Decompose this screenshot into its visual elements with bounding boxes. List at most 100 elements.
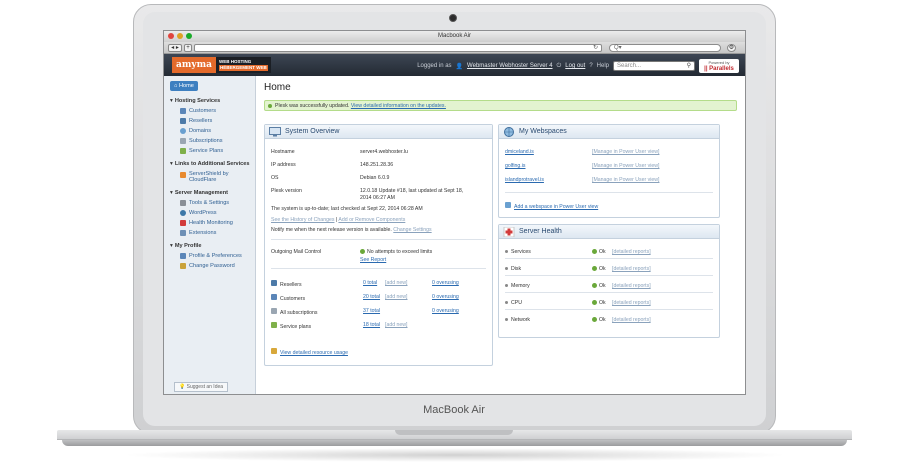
history-link[interactable]: See the History of Changes: [271, 217, 334, 223]
add-new-link[interactable]: [add new]: [385, 280, 408, 286]
suggest-idea-button[interactable]: 💡 Suggest an Idea: [174, 382, 229, 392]
sidebar-section-hosting[interactable]: ▾ Hosting Services: [170, 98, 255, 104]
user-name-link[interactable]: Webmaster Webhoster Server 4: [467, 63, 552, 69]
divider: [505, 275, 713, 276]
health-cross-icon: [503, 227, 515, 237]
minimize-window-icon[interactable]: [177, 33, 183, 39]
notify-text: Notify me when the next release version …: [271, 227, 392, 233]
logout-link[interactable]: Log out: [565, 63, 585, 69]
sidebar-item-extensions[interactable]: Extensions: [170, 230, 255, 236]
health-status-text: Ok: [599, 317, 606, 323]
sidebar-item-domains[interactable]: Domains: [170, 128, 255, 134]
new-tab-button[interactable]: +: [184, 44, 192, 52]
help-link[interactable]: Help: [597, 63, 609, 69]
stat-total-link[interactable]: 20 total: [363, 294, 380, 300]
sidebar-item-servershield[interactable]: ServerShield by CloudFlare: [170, 171, 248, 183]
subscriptions-icon: [180, 138, 186, 144]
search-icon[interactable]: ⚲: [687, 62, 691, 71]
bullet-icon: [505, 318, 508, 322]
collapse-icon: ▾: [170, 243, 173, 249]
overusing-link[interactable]: 0 overusing: [432, 280, 459, 286]
success-message: Plesk was successfully updated. View det…: [264, 100, 737, 111]
change-settings-link[interactable]: Change Settings: [393, 227, 431, 233]
manage-power-user-link[interactable]: [Manage in Power User view]: [592, 149, 659, 155]
sidebar-item-label: Tools & Settings: [189, 200, 230, 206]
sidebar-section-links[interactable]: ▾ Links to Additional Services: [170, 161, 255, 167]
health-item-services: Services: [505, 249, 531, 255]
webspace-domain-link[interactable]: islandprotravel.is: [505, 177, 544, 183]
macbook-mockup: MacBook Air Macbook Air ◂ ▸ + ↻ Q▾ ⚙ amy…: [0, 0, 909, 472]
system-overview-panel: System Overview Hostname server4.webhost…: [264, 124, 493, 366]
stat-row-service-plans: Service plans: [271, 322, 311, 330]
close-window-icon[interactable]: [168, 33, 174, 39]
webspace-domain-link[interactable]: dmiceland.is: [505, 149, 534, 155]
detailed-reports-link[interactable]: [detailed reports]: [612, 317, 651, 323]
resellers-icon: [271, 280, 277, 286]
sidebar-item-customers[interactable]: Customers: [170, 108, 255, 114]
sidebar-home-button[interactable]: ⌂ Home: [170, 81, 198, 91]
sidebar-item-tools-settings[interactable]: Tools & Settings: [170, 200, 255, 206]
health-status-text: Ok: [599, 266, 606, 272]
globe-icon: [180, 128, 186, 134]
manage-power-user-link[interactable]: [Manage in Power User view]: [592, 163, 659, 169]
see-report-link[interactable]: See Report: [360, 257, 386, 263]
header-search-placeholder: Search...: [617, 63, 642, 69]
detailed-reports-link[interactable]: [detailed reports]: [612, 283, 651, 289]
back-forward-button[interactable]: ◂ ▸: [168, 44, 182, 52]
add-new-link[interactable]: [add new]: [385, 322, 408, 328]
window-title: Macbook Air: [437, 33, 471, 39]
monitor-icon: [269, 127, 281, 137]
add-webspace-link[interactable]: Add a webspace in Power User view: [514, 204, 598, 210]
stat-total-link[interactable]: 18 total: [363, 322, 380, 328]
history-links: See the History of Changes | Add or Remo…: [271, 217, 405, 223]
resource-usage-link[interactable]: View detailed resource usage: [280, 350, 348, 356]
divider: [271, 268, 486, 269]
stat-total-link[interactable]: 37 total: [363, 308, 380, 314]
header-search-input[interactable]: Search... ⚲: [613, 61, 695, 71]
sidebar-item-label: WordPress: [189, 210, 217, 216]
notify-row: Notify me when the next release version …: [271, 227, 432, 233]
add-new-link[interactable]: [add new]: [385, 294, 408, 300]
mail-status-text: No attempts to exceed limits: [367, 249, 433, 255]
overusing-link[interactable]: 0 overusing: [432, 294, 459, 300]
success-text: Plesk was successfully updated.: [275, 103, 350, 109]
stat-label: All subscriptions: [280, 310, 318, 316]
logo-mark: amyma: [172, 57, 216, 73]
sidebar-item-resellers[interactable]: Resellers: [170, 118, 255, 124]
sidebar-item-profile-preferences[interactable]: Profile & Preferences: [170, 253, 255, 259]
sidebar-item-subscriptions[interactable]: Subscriptions: [170, 138, 255, 144]
detailed-reports-link[interactable]: [detailed reports]: [612, 249, 651, 255]
settings-gear-icon[interactable]: ⚙: [727, 44, 736, 52]
sidebar-section-profile[interactable]: ▾ My Profile: [170, 243, 255, 249]
stat-total-link[interactable]: 0 total: [363, 280, 377, 286]
overusing-link[interactable]: 0 overusing: [432, 308, 459, 314]
divider: [271, 239, 486, 240]
detailed-reports-link[interactable]: [detailed reports]: [612, 300, 651, 306]
detailed-reports-link[interactable]: [detailed reports]: [612, 266, 651, 272]
zoom-window-icon[interactable]: [186, 33, 192, 39]
collapse-icon: ▾: [170, 161, 173, 167]
ok-icon: [592, 300, 597, 306]
hostname-label: Hostname: [271, 149, 295, 155]
browser-search-field[interactable]: Q▾: [609, 44, 721, 52]
health-status-text: Ok: [599, 300, 606, 306]
service-plans-icon: [180, 148, 186, 154]
sidebar-item-health-monitoring[interactable]: Health Monitoring: [170, 220, 255, 226]
reload-icon[interactable]: ↻: [593, 45, 598, 52]
health-item-name: Memory: [511, 283, 530, 289]
sidebar-item-wordpress[interactable]: WordPress: [170, 210, 255, 216]
sidebar-section-server-management[interactable]: ▾ Server Management: [170, 190, 255, 196]
webspace-domain-link[interactable]: golfing.is: [505, 163, 525, 169]
sidebar-item-service-plans[interactable]: Service Plans: [170, 148, 255, 154]
manage-power-user-link[interactable]: [Manage in Power User view]: [592, 177, 659, 183]
logout-icon: ⏻: [556, 62, 562, 69]
components-link[interactable]: Add or Remove Components: [338, 217, 405, 223]
health-item-name: Network: [511, 317, 531, 323]
update-details-link[interactable]: View detailed information on the updates…: [351, 103, 446, 109]
health-item-cpu: CPU: [505, 300, 522, 306]
brand-logo[interactable]: amyma WEB HOSTING HÉBERGEMENT WEB: [172, 57, 271, 73]
mail-status: No attempts to exceed limits: [360, 249, 432, 255]
url-bar[interactable]: ↻: [194, 44, 602, 52]
sidebar-item-label: Subscriptions: [189, 138, 223, 144]
sidebar-item-change-password[interactable]: Change Password: [170, 263, 255, 269]
